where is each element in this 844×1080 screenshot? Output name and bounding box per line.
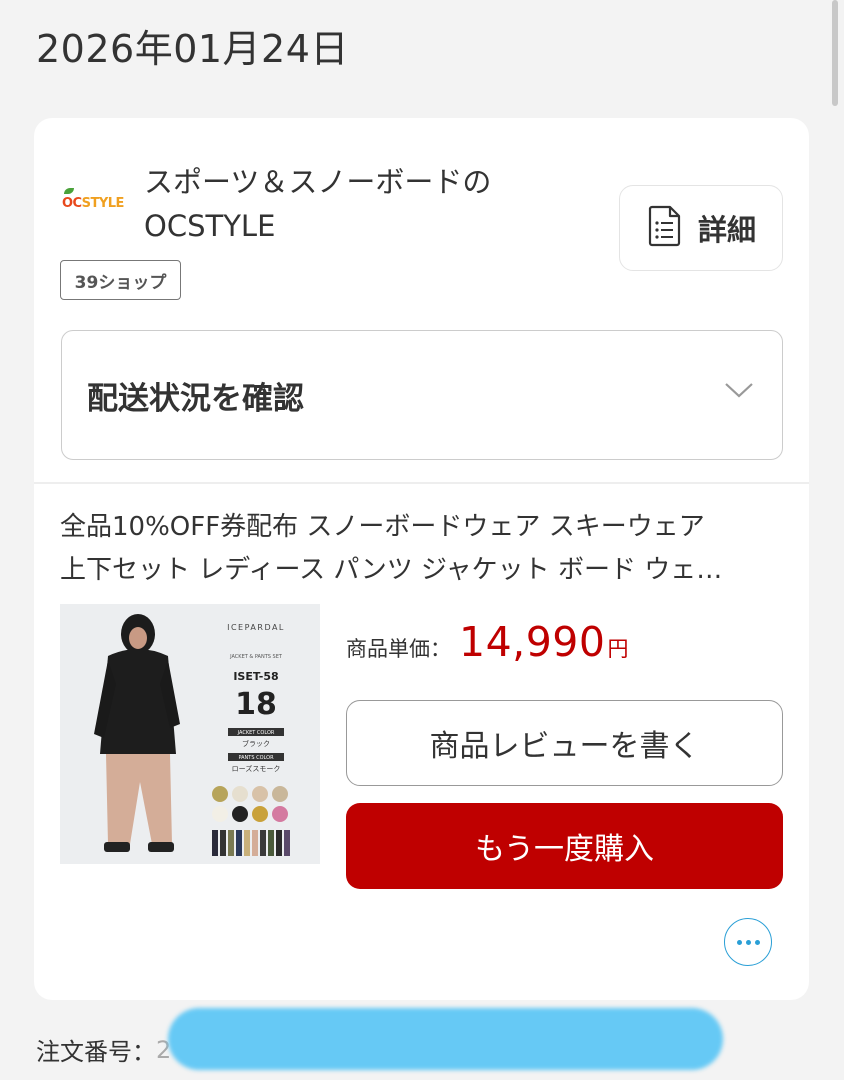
unit-price-value: 14,990 <box>459 618 606 666</box>
unit-price-label: 商品単価： <box>346 637 451 661</box>
chevron-down-icon <box>724 381 754 403</box>
image-subtitle: JACKET & PANTS SET <box>229 654 283 660</box>
order-number: 注文番号： 2 <box>36 1032 171 1067</box>
shop-badge: 39ショップ <box>60 260 181 300</box>
logo-text-oc: OC <box>62 195 82 211</box>
image-jacket-color-label: JACKET COLOR <box>237 730 275 736</box>
logo-leaf-icon <box>64 188 74 194</box>
detail-button[interactable]: 詳細 <box>619 185 783 271</box>
unit-price-currency: 円 <box>607 637 629 661</box>
write-review-button[interactable]: 商品レビューを書く <box>346 700 783 786</box>
image-jacket-color: ブラック <box>242 739 270 748</box>
redaction-overlay <box>168 1008 723 1070</box>
product-title-line2: 上下セット レディース パンツ ジャケット ボード ウェ… <box>60 555 723 585</box>
order-card: OC STYLE スポーツ＆スノーボードの OCSTYLE 39ショップ 詳細 配… <box>34 118 809 1000</box>
shop-logo[interactable]: OC STYLE <box>62 188 130 216</box>
logo-text-style: STYLE <box>81 195 125 211</box>
document-icon <box>646 205 682 251</box>
image-number: 18 <box>235 687 277 722</box>
product-image[interactable]: ICEPARDAL JACKET & PANTS SET ISET-58 18 … <box>60 604 320 864</box>
shipping-status-label: 配送状況を確認 <box>87 380 304 417</box>
order-number-label: 注文番号： <box>36 1038 156 1066</box>
divider <box>34 482 809 484</box>
image-pants-color-label: PANTS COLOR <box>238 755 274 761</box>
unit-price: 商品単価： 14,990 円 <box>346 618 628 666</box>
shipping-status-toggle[interactable]: 配送状況を確認 <box>61 330 783 460</box>
scrollbar[interactable] <box>832 0 838 106</box>
shop-name-line1: スポーツ＆スノーボードの <box>144 165 492 199</box>
order-date: 2026年01月24日 <box>36 27 349 71</box>
image-code: ISET-58 <box>233 670 278 683</box>
shop-name[interactable]: スポーツ＆スノーボードの OCSTYLE <box>144 160 574 248</box>
image-brand: ICEPARDAL <box>227 623 285 632</box>
buy-again-button[interactable]: もう一度購入 <box>346 803 783 889</box>
shop-name-line2: OCSTYLE <box>144 209 276 243</box>
more-options-icon[interactable] <box>724 918 772 966</box>
product-title[interactable]: 全品10%OFF券配布 スノーボードウェア スキーウェア 上下セット レディース… <box>60 506 760 592</box>
image-pants-color: ローズスモーク <box>232 764 281 773</box>
detail-button-label: 詳細 <box>697 213 756 247</box>
product-title-line1: 全品10%OFF券配布 スノーボードウェア スキーウェア <box>60 512 705 542</box>
